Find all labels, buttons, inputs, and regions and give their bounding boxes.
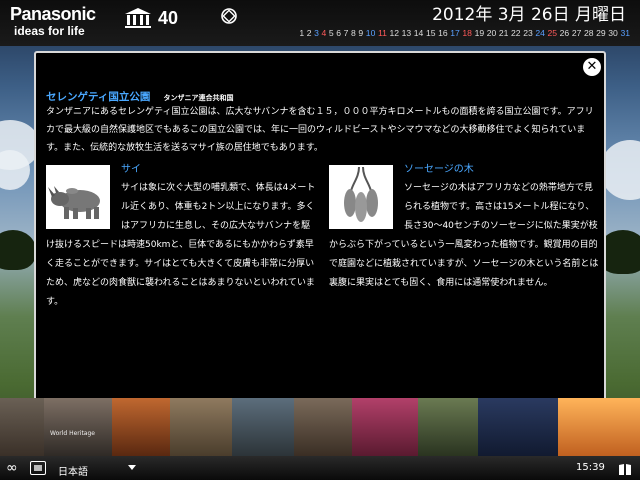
photo-icon[interactable]: [30, 461, 46, 475]
brand-logo[interactable]: Panasonic ideas for life: [10, 4, 112, 38]
calendar-day-row[interactable]: 1 2 3 4 5 6 7 8 9 10 11 12 13 14 15 16 17 18 19 20 21 22 23 24 2…: [266, 27, 630, 39]
calendar-day[interactable]: 21: [499, 28, 509, 38]
section-body: サイは象に次ぐ大型の哺乳類で、体長は4メートル近くあり、体重も2トン以上になりま…: [46, 179, 318, 312]
section-heading: サイ: [121, 164, 141, 175]
calendar-day[interactable]: 6: [336, 28, 341, 38]
calendar-day[interactable]: 13: [402, 28, 412, 38]
calendar-day[interactable]: 16: [438, 28, 448, 38]
anniversary-40-logo: 40: [158, 7, 208, 37]
photo-thumbnail[interactable]: [418, 398, 478, 456]
close-button[interactable]: ✕: [583, 58, 601, 76]
calendar-day[interactable]: 18: [462, 28, 472, 38]
info-dialog: ✕ セレンゲティ国立公園 タンザニア連合共和国 タンザニアにあるセレンゲティ国立…: [34, 51, 606, 429]
section-body: ソーセージの木はアフリカなどの熱帯地方で見られる植物です。高さは15メートル程に…: [329, 179, 601, 293]
clock: 15:39: [576, 462, 605, 473]
close-icon: ✕: [586, 59, 598, 74]
calendar-day[interactable]: 22: [511, 28, 521, 38]
brand-tagline: ideas for life: [14, 24, 85, 38]
calendar-day[interactable]: 11: [378, 28, 387, 38]
calendar-day[interactable]: 15: [426, 28, 436, 38]
partner-logos: 40: [124, 5, 244, 39]
anniversary-number: 40: [158, 8, 179, 28]
book-icon[interactable]: [618, 461, 632, 475]
brand-name: Panasonic: [10, 4, 96, 24]
top-header: Panasonic ideas for life 40 2012年 3月 26日…: [0, 0, 640, 46]
cloud: [600, 140, 640, 200]
calendar-day[interactable]: 12: [389, 28, 399, 38]
calendar-day[interactable]: 9: [358, 28, 363, 38]
dialog-intro-text: タンザニアにあるセレンゲティ国立公園は、広大なサバンナを含む１５，０００平方キロ…: [46, 107, 594, 153]
world-heritage-emblem-icon: [220, 7, 240, 37]
calendar-day[interactable]: 17: [450, 28, 460, 38]
photo-thumbnail[interactable]: [0, 398, 44, 456]
photo-thumbnail[interactable]: [232, 398, 294, 456]
section-heading: ソーセージの木: [404, 164, 474, 175]
tree: [0, 230, 36, 270]
calendar-day[interactable]: 20: [487, 28, 497, 38]
photo-thumbnail[interactable]: [352, 398, 418, 456]
calendar-day[interactable]: 29: [596, 28, 606, 38]
calendar-day[interactable]: 4: [322, 28, 327, 38]
photo-caption: World Heritage: [50, 430, 95, 437]
calendar-day[interactable]: 25: [548, 28, 558, 38]
language-value: 日本語: [58, 467, 88, 478]
calendar-day[interactable]: 10: [366, 28, 376, 38]
language-select[interactable]: 日本語: [58, 460, 138, 478]
date-display: 2012年 3月 26日 月曜日: [432, 5, 626, 25]
calendar-day[interactable]: 23: [523, 28, 533, 38]
calendar-day[interactable]: 24: [535, 28, 545, 38]
dialog-title: セレンゲティ国立公園: [46, 91, 151, 103]
loop-icon[interactable]: ∞: [6, 459, 18, 477]
dialog-title-row: セレンゲティ国立公園 タンザニア連合共和国: [46, 85, 586, 103]
calendar-day[interactable]: 7: [344, 28, 349, 38]
calendar-day[interactable]: 2: [307, 28, 312, 38]
calendar-day[interactable]: 19: [475, 28, 485, 38]
calendar-day[interactable]: 31: [620, 28, 630, 38]
calendar-day[interactable]: 27: [572, 28, 582, 38]
calendar-day[interactable]: 5: [329, 28, 334, 38]
calendar-day[interactable]: 26: [560, 28, 570, 38]
photo-thumbnail[interactable]: [170, 398, 232, 456]
photo-thumbnail[interactable]: [478, 398, 558, 456]
calendar-day[interactable]: 3: [314, 28, 319, 38]
calendar-day[interactable]: 8: [351, 28, 356, 38]
photo-thumbnail[interactable]: World Heritage: [44, 398, 112, 456]
photo-strip[interactable]: World Heritage: [0, 398, 640, 456]
photo-thumbnail[interactable]: [294, 398, 352, 456]
photo-thumbnail[interactable]: [112, 398, 170, 456]
calendar-day[interactable]: 28: [584, 28, 594, 38]
photo-thumbnail[interactable]: [558, 398, 640, 456]
dialog-subtitle: タンザニア連合共和国: [163, 94, 234, 102]
calendar-day[interactable]: 1: [299, 28, 304, 38]
unesco-logo-icon: [124, 7, 152, 37]
bottom-toolbar: ∞ 日本語 15:39: [0, 456, 640, 480]
calendar-day[interactable]: 14: [414, 28, 424, 38]
chevron-down-icon: [128, 465, 136, 470]
calendar-day[interactable]: 30: [608, 28, 618, 38]
